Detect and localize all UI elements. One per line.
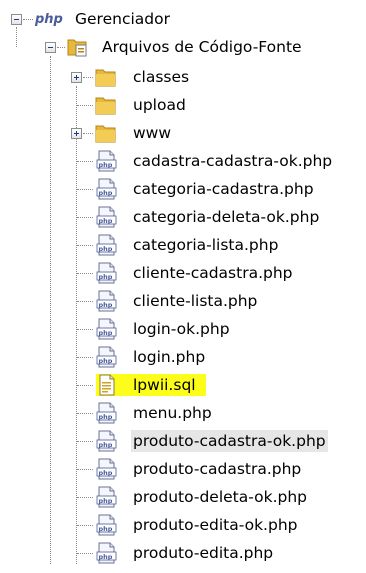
php-file-icon: php <box>96 458 117 480</box>
svg-text:php: php <box>99 497 113 505</box>
svg-text:php: php <box>99 413 113 421</box>
tree-guide-files <box>76 86 77 564</box>
php-file-label[interactable]: produto-edita.php <box>131 542 275 564</box>
svg-text:php: php <box>99 245 113 253</box>
php-file-label[interactable]: produto-edita-ok.php <box>131 514 299 536</box>
php-file-label[interactable]: categoria-lista.php <box>131 234 280 256</box>
svg-text:php: php <box>34 12 63 27</box>
php-file-icon: php <box>96 150 117 172</box>
svg-text:php: php <box>99 553 113 561</box>
expand-toggle[interactable] <box>71 72 82 83</box>
php-project-icon: php <box>34 12 63 27</box>
expand-toggle[interactable] <box>71 128 82 139</box>
svg-text:php: php <box>99 469 113 477</box>
php-file-label[interactable]: cliente-lista.php <box>131 290 259 312</box>
php-file-icon: php <box>96 542 117 564</box>
svg-text:php: php <box>99 161 113 169</box>
php-file-icon: php <box>96 178 117 200</box>
php-file-icon: php <box>96 402 117 424</box>
php-file-label[interactable]: cliente-cadastra.php <box>131 262 295 284</box>
tree-guide-source <box>50 56 51 564</box>
svg-text:php: php <box>99 441 113 449</box>
php-file-label[interactable]: produto-cadastra.php <box>131 458 303 480</box>
svg-text:php: php <box>99 301 113 309</box>
folder-icon <box>95 125 116 143</box>
php-file-icon: php <box>96 486 117 508</box>
svg-text:php: php <box>99 189 113 197</box>
collapse-toggle[interactable] <box>45 42 56 53</box>
folder-label[interactable]: upload <box>131 94 188 116</box>
php-file-label[interactable]: login-ok.php <box>131 318 232 340</box>
php-file-label[interactable]: produto-cadastra-ok.php <box>131 430 328 452</box>
php-file-label[interactable]: categoria-deleta-ok.php <box>131 206 321 228</box>
svg-text:php: php <box>99 273 113 281</box>
php-file-icon: php <box>96 206 117 228</box>
folder-icon <box>95 97 116 115</box>
php-file-icon: php <box>96 318 117 340</box>
sql-file-icon <box>99 374 115 396</box>
svg-text:php: php <box>99 525 113 533</box>
php-file-icon: php <box>96 430 117 452</box>
php-file-icon: php <box>96 346 117 368</box>
folder-icon <box>95 69 116 87</box>
collapse-toggle[interactable] <box>11 14 22 25</box>
php-file-label[interactable]: menu.php <box>131 402 214 424</box>
tree-guide-root <box>16 27 17 47</box>
source-folder-label[interactable]: Arquivos de Código-Fonte <box>100 36 304 58</box>
root-label[interactable]: Gerenciador <box>73 8 172 30</box>
source-folder-icon <box>67 39 87 57</box>
php-file-icon: php <box>96 514 117 536</box>
folder-label[interactable]: www <box>131 122 173 144</box>
project-tree: php Gerenciador Arquivos de Código-Fonte… <box>0 0 366 573</box>
svg-text:php: php <box>99 329 113 337</box>
folder-label[interactable]: classes <box>131 66 191 88</box>
php-file-icon: php <box>96 262 117 284</box>
svg-text:php: php <box>99 217 113 225</box>
php-file-label[interactable]: cadastra-cadastra-ok.php <box>131 150 334 172</box>
php-file-icon: php <box>96 290 117 312</box>
php-file-label[interactable]: produto-deleta-ok.php <box>131 486 309 508</box>
svg-text:php: php <box>99 357 113 365</box>
php-file-label[interactable]: categoria-cadastra.php <box>131 178 316 200</box>
php-file-label[interactable]: login.php <box>131 346 207 368</box>
php-file-icon: php <box>96 234 117 256</box>
